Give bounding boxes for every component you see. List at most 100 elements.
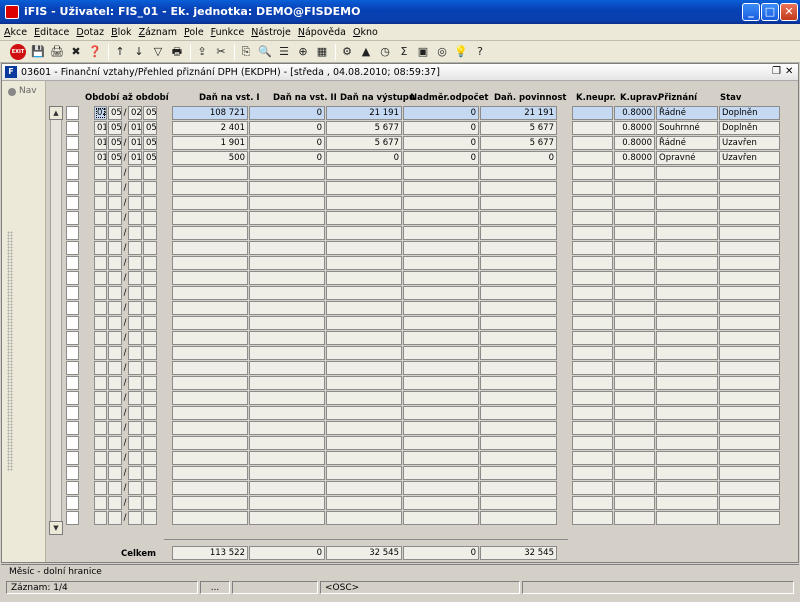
k-uprav-cell[interactable]: 0.8000 bbox=[614, 106, 655, 120]
month-to-field[interactable] bbox=[128, 496, 142, 510]
dan-vst-1-cell[interactable] bbox=[172, 406, 248, 420]
year-to-field[interactable]: 05 bbox=[143, 106, 157, 120]
stav-cell[interactable] bbox=[719, 226, 780, 240]
year-to-field[interactable] bbox=[143, 181, 157, 195]
stav-cell[interactable] bbox=[719, 496, 780, 510]
row-checkbox[interactable] bbox=[66, 451, 79, 465]
nadmerny-cell[interactable] bbox=[403, 406, 479, 420]
stav-cell[interactable]: Doplněn bbox=[719, 106, 780, 120]
dan-vst-1-cell[interactable] bbox=[172, 271, 248, 285]
year-to-field[interactable]: 05 bbox=[143, 121, 157, 135]
dan-vystup-cell[interactable] bbox=[326, 511, 402, 525]
dan-vst-2-cell[interactable] bbox=[249, 316, 325, 330]
menu-item-7[interactable]: Nástroje bbox=[247, 24, 294, 38]
k-neupr-cell[interactable] bbox=[572, 481, 613, 495]
dan-vystup-cell[interactable] bbox=[326, 211, 402, 225]
dan-vst-1-cell[interactable] bbox=[172, 226, 248, 240]
year-from-field[interactable] bbox=[108, 166, 122, 180]
menu-item-3[interactable]: Blok bbox=[107, 24, 134, 38]
dan-vst-2-cell[interactable] bbox=[249, 496, 325, 510]
dan-vst-1-cell[interactable]: 1 901 bbox=[172, 136, 248, 150]
row-checkbox[interactable] bbox=[66, 136, 79, 150]
row-checkbox[interactable] bbox=[66, 316, 79, 330]
k-uprav-cell[interactable] bbox=[614, 316, 655, 330]
row-checkbox[interactable] bbox=[66, 496, 79, 510]
dan-vystup-cell[interactable] bbox=[326, 436, 402, 450]
month-to-field[interactable] bbox=[128, 331, 142, 345]
dan-vst-2-cell[interactable] bbox=[249, 451, 325, 465]
dan-vst-1-cell[interactable] bbox=[172, 286, 248, 300]
k-neupr-cell[interactable] bbox=[572, 256, 613, 270]
dan-vst-1-cell[interactable] bbox=[172, 166, 248, 180]
year-to-field[interactable] bbox=[143, 421, 157, 435]
dan-vystup-cell[interactable] bbox=[326, 241, 402, 255]
dan-vst-1-cell[interactable] bbox=[172, 361, 248, 375]
year-from-field[interactable] bbox=[108, 196, 122, 210]
k-uprav-cell[interactable]: 0.8000 bbox=[614, 121, 655, 135]
month-to-field[interactable] bbox=[128, 241, 142, 255]
settings-icon[interactable]: ⚙ bbox=[339, 44, 355, 60]
row-checkbox[interactable] bbox=[66, 346, 79, 360]
nadmerny-cell[interactable] bbox=[403, 271, 479, 285]
row-checkbox[interactable] bbox=[66, 166, 79, 180]
dan-vystup-cell[interactable] bbox=[326, 346, 402, 360]
k-neupr-cell[interactable] bbox=[572, 361, 613, 375]
month-from-field[interactable] bbox=[94, 256, 107, 270]
nadmerny-cell[interactable]: 0 bbox=[403, 106, 479, 120]
print-icon[interactable]: 🖨 bbox=[49, 44, 65, 60]
row-checkbox[interactable] bbox=[66, 256, 79, 270]
k-neupr-cell[interactable] bbox=[572, 151, 613, 165]
year-to-field[interactable] bbox=[143, 361, 157, 375]
nadmerny-cell[interactable] bbox=[403, 451, 479, 465]
priznani-cell[interactable] bbox=[656, 331, 718, 345]
povinnost-cell[interactable] bbox=[480, 331, 557, 345]
stav-cell[interactable] bbox=[719, 316, 780, 330]
stav-cell[interactable] bbox=[719, 331, 780, 345]
month-from-field[interactable] bbox=[94, 481, 107, 495]
exit-button[interactable]: EXIT bbox=[10, 44, 26, 60]
k-uprav-cell[interactable]: 0.8000 bbox=[614, 151, 655, 165]
dan-vst-2-cell[interactable] bbox=[249, 481, 325, 495]
priznani-cell[interactable] bbox=[656, 466, 718, 480]
k-neupr-cell[interactable] bbox=[572, 136, 613, 150]
povinnost-cell[interactable] bbox=[480, 166, 557, 180]
k-neupr-cell[interactable] bbox=[572, 391, 613, 405]
dan-vst-1-cell[interactable] bbox=[172, 451, 248, 465]
k-uprav-cell[interactable] bbox=[614, 256, 655, 270]
dan-vystup-cell[interactable]: 5 677 bbox=[326, 136, 402, 150]
dan-vst-2-cell[interactable] bbox=[249, 226, 325, 240]
k-uprav-cell[interactable] bbox=[614, 496, 655, 510]
nadmerny-cell[interactable] bbox=[403, 241, 479, 255]
month-from-field[interactable] bbox=[94, 436, 107, 450]
month-from-field[interactable] bbox=[94, 496, 107, 510]
nadmerny-cell[interactable] bbox=[403, 256, 479, 270]
row-checkbox[interactable] bbox=[66, 121, 79, 135]
year-to-field[interactable] bbox=[143, 406, 157, 420]
nav-label[interactable]: Nav bbox=[19, 86, 37, 96]
priznani-cell[interactable] bbox=[656, 211, 718, 225]
year-to-field[interactable] bbox=[143, 241, 157, 255]
month-to-field[interactable] bbox=[128, 466, 142, 480]
stav-cell[interactable]: Uzavřen bbox=[719, 151, 780, 165]
dan-vst-2-cell[interactable] bbox=[249, 436, 325, 450]
nadmerny-cell[interactable] bbox=[403, 286, 479, 300]
priznani-cell[interactable] bbox=[656, 241, 718, 255]
form-close-icon[interactable]: ✕ bbox=[785, 66, 793, 77]
dan-vst-2-cell[interactable]: 0 bbox=[249, 151, 325, 165]
year-from-field[interactable] bbox=[108, 466, 122, 480]
priznani-cell[interactable]: Řádné bbox=[656, 136, 718, 150]
nadmerny-cell[interactable] bbox=[403, 166, 479, 180]
year-from-field[interactable] bbox=[108, 211, 122, 225]
year-from-field[interactable]: 05 bbox=[108, 151, 122, 165]
row-checkbox[interactable] bbox=[66, 151, 79, 165]
nadmerny-cell[interactable] bbox=[403, 331, 479, 345]
k-neupr-cell[interactable] bbox=[572, 166, 613, 180]
printer-icon[interactable]: 🖶 bbox=[169, 44, 185, 60]
year-from-field[interactable] bbox=[108, 331, 122, 345]
nadmerny-cell[interactable] bbox=[403, 181, 479, 195]
year-from-field[interactable] bbox=[108, 181, 122, 195]
year-to-field[interactable] bbox=[143, 316, 157, 330]
dan-vystup-cell[interactable]: 5 677 bbox=[326, 121, 402, 135]
dan-vst-2-cell[interactable]: 0 bbox=[249, 136, 325, 150]
month-to-field[interactable] bbox=[128, 166, 142, 180]
